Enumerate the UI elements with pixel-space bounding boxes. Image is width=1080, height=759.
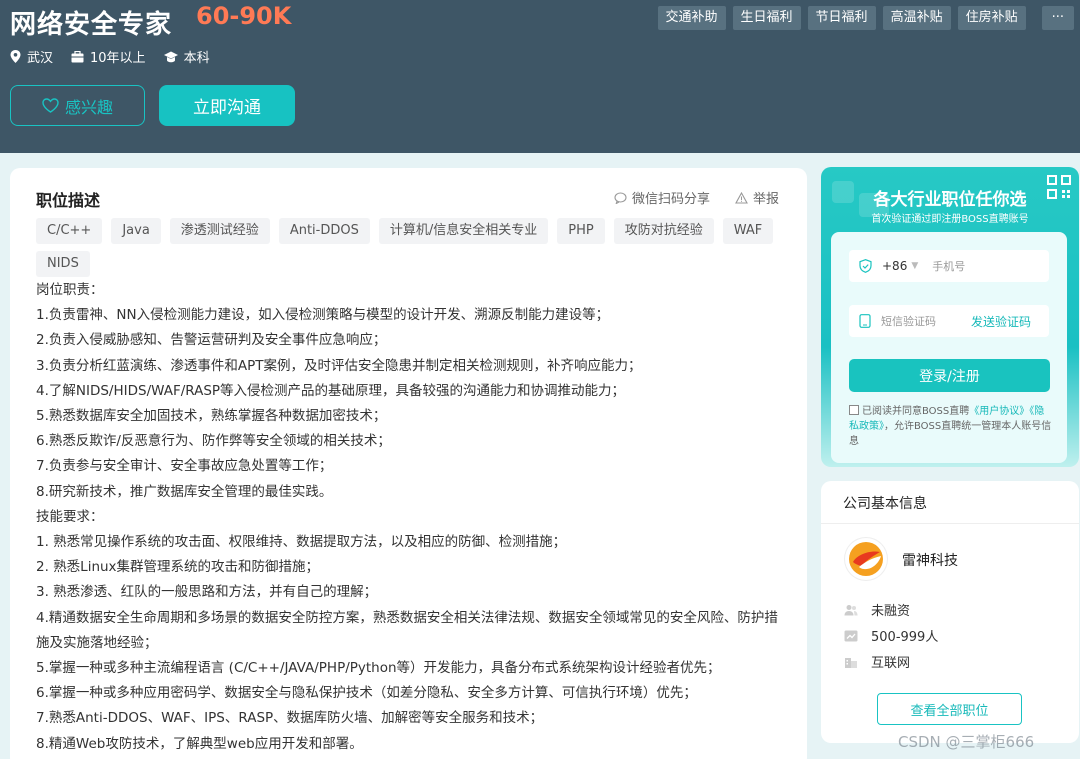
skill-tag: PHP <box>557 218 605 244</box>
salary: 60-90K <box>196 2 292 30</box>
welfare-tag: 节日福利 <box>807 6 876 30</box>
size-value: 500-999人 <box>871 630 939 645</box>
login-title: 各大行业职位任你选 <box>873 190 1027 210</box>
skill-tag: WAF <box>722 218 774 244</box>
description-line: 2. 熟悉Linux集群管理系统的攻击和防御措施； <box>36 559 320 576</box>
phone-input[interactable]: 手机号 <box>932 258 965 274</box>
interest-label: 感兴趣 <box>64 97 113 117</box>
watermark: CSDN @三掌柜666 <box>898 733 1035 751</box>
city-label: 武汉 <box>27 51 54 66</box>
company-card: 公司基本信息 雷神科技 未融资 500-999人 互联网 查看全部职位 <box>821 481 1079 743</box>
phone-icon <box>859 314 871 328</box>
company-section-title: 公司基本信息 <box>843 496 927 512</box>
login-subtitle: 首次验证通过即注册BOSS直聘账号 <box>871 214 1029 225</box>
graduation-cap-icon <box>163 51 178 62</box>
meta-experience: 10年以上 <box>71 47 146 66</box>
user-agreement-link[interactable]: 《用户协议》 <box>969 406 1029 417</box>
welfare-tag: 交通补助 <box>657 6 726 30</box>
agreement-text: 已阅读并同意BOSS直聘《用户协议》《隐私政策》，允许BOSS直聘统一管理本人账… <box>849 404 1054 449</box>
description-line: 6.掌握一种或多种应用密码学、数据安全与隐私保护技术（如差分隐私、安全多方计算、… <box>36 685 697 702</box>
meta-education: 本科 <box>163 47 210 66</box>
description-line: 7.负责参与安全审计、安全事故应急处置等工作； <box>36 458 333 475</box>
shield-check-icon <box>859 259 872 273</box>
wechat-icon <box>614 191 627 204</box>
login-card: 各大行业职位任你选 首次验证通过即注册BOSS直聘账号 +86 ▼ 手机号 短信… <box>821 167 1079 467</box>
send-code-button[interactable]: 发送验证码 <box>971 313 1031 330</box>
experience-label: 10年以上 <box>90 51 146 66</box>
description-line: 岗位职责： <box>36 282 104 298</box>
skill-tag: Anti-DDOS <box>278 218 370 244</box>
share-label: 微信扫码分享 <box>632 192 711 207</box>
description-line: 8.精通Web攻防技术，了解典型web应用开发和部署。 <box>36 735 363 752</box>
description-line: 8.研究新技术，推广数据库安全管理的最佳实践。 <box>36 483 333 500</box>
warning-icon <box>735 191 748 204</box>
welfare-tag: 高温补贴 <box>882 6 951 30</box>
report-button[interactable]: 举报 <box>735 188 779 207</box>
description-line: 4.了解NIDS/HIDS/WAF/RASP等入侵检测产品的基础原理，具备较强的… <box>36 382 626 399</box>
welfare-tag: 住房补贴 <box>957 6 1026 30</box>
financing-row: 未融资 <box>844 600 910 619</box>
description-line: 技能要求： <box>36 508 104 525</box>
skill-tag: C/C++ <box>36 218 103 244</box>
description-line: 6.熟悉反欺诈/反恶意行为、防作弊等安全领域的相关技术； <box>36 433 391 450</box>
description-line: 施及实施落地经验； <box>36 634 158 651</box>
company-name[interactable]: 雷神科技 <box>902 550 958 570</box>
agree-checkbox[interactable] <box>849 405 859 415</box>
job-title: 网络安全专家 <box>10 10 173 40</box>
view-all-jobs-button[interactable]: 查看全部职位 <box>877 693 1022 725</box>
briefcase-icon <box>71 50 84 62</box>
skill-tag: 渗透测试经验 <box>169 218 270 244</box>
description-line: 4.精通数据安全生命周期和多场景的数据安全防控方案，熟悉数据安全相关法律法规、数… <box>36 609 778 626</box>
financing-value: 未融资 <box>871 604 911 619</box>
description-line: 3. 熟悉渗透、红队的一般思路和方法，并有自己的理解； <box>36 584 378 601</box>
company-logo[interactable] <box>845 538 887 580</box>
login-form: +86 ▼ 手机号 短信验证码 发送验证码 登录/注册 已阅读并同意BOSS直聘… <box>831 232 1067 463</box>
chart-icon <box>844 630 858 641</box>
chevron-down-icon: ▼ <box>911 261 919 271</box>
job-description: 岗位职责： 1.负责雷神、NN入侵检测能力建设，如入侵检测策略与模型的设计开发、… <box>36 278 796 757</box>
skill-tag: NIDS <box>36 251 90 277</box>
job-meta: 武汉 10年以上 本科 <box>10 47 228 66</box>
size-row: 500-999人 <box>844 626 938 645</box>
people-icon <box>844 604 858 615</box>
description-line: 5.熟悉数据库安全加固技术，熟练掌握各种数据加密技术； <box>36 408 387 425</box>
welfare-tag: 生日福利 <box>732 6 801 30</box>
description-line: 7.熟悉Anti-DDOS、WAF、IPS、RASP、数据库防火墙、加解密等安全… <box>36 710 544 727</box>
description-line: 3.负责分析红蓝演练、渗透事件和APT案例，及时评估安全隐患并制定相关检测规则，… <box>36 357 642 374</box>
skill-tag: 攻防对抗经验 <box>613 218 714 244</box>
login-register-button[interactable]: 登录/注册 <box>849 359 1050 392</box>
industry-row: 互联网 <box>844 652 910 671</box>
meta-city: 武汉 <box>10 47 53 66</box>
location-icon <box>10 50 21 63</box>
skill-tags: C/C++ Java 渗透测试经验 Anti-DDOS 计算机/信息安全相关专业… <box>36 218 796 284</box>
building-icon <box>845 657 857 668</box>
divider <box>821 523 1079 524</box>
description-line: 2.负责入侵威胁感知、告警运营研判及安全事件应急响应； <box>36 332 387 349</box>
skill-tag: Java <box>111 218 161 244</box>
country-code-select[interactable]: +86 <box>882 259 907 273</box>
phone-field[interactable]: +86 ▼ 手机号 <box>849 250 1049 282</box>
description-line: 5.掌握一种或多种主流编程语言 (C/C++/JAVA/PHP/Python等）… <box>36 660 721 677</box>
heart-icon <box>42 98 59 113</box>
chat-now-button[interactable]: 立即沟通 <box>159 85 295 126</box>
welfare-tags: 交通补助 生日福利 节日福利 高温补贴 住房补贴 ··· <box>651 6 1074 30</box>
sms-code-field[interactable]: 短信验证码 发送验证码 <box>849 305 1049 337</box>
sms-code-input[interactable]: 短信验证码 <box>881 313 936 329</box>
wechat-share-button[interactable]: 微信扫码分享 <box>614 188 710 207</box>
description-line: 1. 熟悉常见操作系统的攻击面、权限维持、数据提取方法，以及相应的防御、检测措施… <box>36 534 567 551</box>
description-line: 1.负责雷神、NN入侵检测能力建设，如入侵检测策略与模型的设计开发、溯源反制能力… <box>36 307 610 324</box>
agree-text: 已阅读并同意BOSS直聘 <box>862 406 970 417</box>
interest-button[interactable]: 感兴趣 <box>10 85 145 126</box>
job-detail-card: 职位描述 微信扫码分享 举报 C/C++ Java 渗透测试经验 Anti-DD… <box>10 168 807 759</box>
skill-tag: 计算机/信息安全相关专业 <box>378 218 549 244</box>
job-header: 网络安全专家 60-90K 武汉 10年以上 本科 交通补助 生日福利 节日福利… <box>0 0 1080 153</box>
section-title: 职位描述 <box>36 191 101 210</box>
welfare-more-button[interactable]: ··· <box>1041 6 1074 30</box>
education-label: 本科 <box>183 51 210 66</box>
company-logo-icon <box>849 542 883 576</box>
report-label: 举报 <box>753 192 780 207</box>
industry-value: 互联网 <box>871 656 911 671</box>
